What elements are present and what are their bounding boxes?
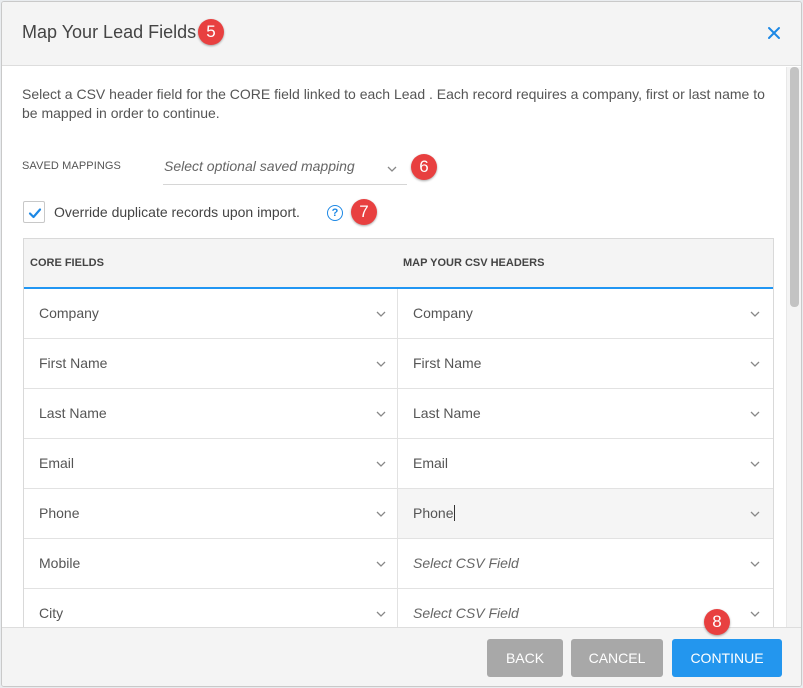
csv-header-select[interactable]: Company — [398, 289, 773, 338]
step-badge-6: 6 — [411, 154, 437, 180]
core-field-select[interactable]: Phone — [24, 489, 398, 538]
step-badge-8: 8 — [704, 609, 730, 635]
saved-mappings-label: SAVED MAPPINGS — [22, 160, 121, 172]
core-field-value: First Name — [39, 355, 108, 371]
dialog-title: Map Your Lead Fields — [22, 22, 197, 42]
override-duplicates-checkbox[interactable] — [23, 201, 45, 223]
chevron-down-icon — [376, 311, 386, 317]
core-field-select[interactable]: City — [24, 589, 398, 627]
core-field-value: Mobile — [39, 555, 81, 571]
csv-header-select[interactable]: Select CSV Field — [398, 539, 773, 588]
csv-header-value: Last Name — [413, 405, 481, 421]
chevron-down-icon — [750, 311, 760, 317]
core-field-value: Last Name — [39, 405, 107, 421]
table-row: Company Company — [24, 289, 773, 339]
csv-header-value: Select CSV Field — [413, 605, 519, 621]
table-row: Last Name Last Name — [24, 389, 773, 439]
core-field-value: City — [39, 605, 64, 621]
chevron-down-icon — [376, 411, 386, 417]
help-icon[interactable]: ? — [327, 205, 343, 221]
chevron-down-icon — [376, 461, 386, 467]
csv-header-select[interactable]: Last Name — [398, 389, 773, 438]
core-field-select[interactable]: First Name — [24, 339, 398, 388]
cancel-button[interactable]: CANCEL — [571, 639, 663, 677]
chevron-down-icon — [750, 611, 760, 617]
checkmark-icon — [28, 208, 42, 219]
scrollbar[interactable] — [786, 67, 801, 627]
scrollbar-thumb[interactable] — [790, 67, 799, 307]
text-cursor — [454, 505, 456, 521]
chevron-down-icon — [376, 561, 386, 567]
instructions-text: Select a CSV header field for the CORE f… — [22, 86, 765, 121]
close-icon[interactable] — [765, 24, 783, 42]
chevron-down-icon — [376, 511, 386, 517]
step-badge-7: 7 — [351, 199, 377, 225]
table-body: Company Company First Name First Name Last N… — [24, 289, 773, 627]
map-lead-fields-dialog: Map Your Lead Fields 5 Select a CSV head… — [1, 1, 802, 687]
back-button[interactable]: BACK — [487, 639, 563, 677]
core-field-value: Email — [39, 455, 75, 471]
step-badge-5: 5 — [198, 19, 224, 45]
chevron-down-icon — [750, 511, 760, 517]
dialog-footer: BACK CANCEL CONTINUE 8 — [2, 609, 801, 686]
csv-header-value: Email — [413, 455, 449, 471]
core-field-select[interactable]: Company — [24, 289, 398, 338]
core-field-select[interactable]: Last Name — [24, 389, 398, 438]
csv-headers-header: MAP YOUR CSV HEADERS — [403, 257, 545, 269]
core-field-select[interactable]: Email — [24, 439, 398, 488]
core-fields-header: CORE FIELDS — [30, 257, 104, 269]
csv-header-select[interactable]: First Name — [398, 339, 773, 388]
chevron-down-icon — [387, 166, 397, 172]
chevron-down-icon — [376, 361, 386, 367]
override-duplicates-label: Override duplicate records upon import. — [54, 204, 300, 220]
chevron-down-icon — [750, 461, 760, 467]
saved-mapping-select[interactable]: Select optional saved mapping — [163, 151, 407, 185]
saved-mapping-placeholder: Select optional saved mapping — [164, 158, 355, 174]
table-row: First Name First Name — [24, 339, 773, 389]
csv-header-value: First Name — [413, 355, 482, 371]
continue-button[interactable]: CONTINUE — [672, 639, 782, 677]
chevron-down-icon — [750, 361, 760, 367]
csv-header-value: Select CSV Field — [413, 555, 519, 571]
csv-header-value: Phone — [413, 505, 456, 521]
csv-header-value: Company — [413, 305, 473, 321]
chevron-down-icon — [750, 561, 760, 567]
dialog-header: Map Your Lead Fields 5 — [2, 2, 801, 66]
chevron-down-icon — [376, 611, 386, 617]
core-field-select[interactable]: Mobile — [24, 539, 398, 588]
csv-header-select[interactable]: Phone — [398, 489, 773, 538]
table-row: Mobile Select CSV Field — [24, 539, 773, 589]
table-header: CORE FIELDS MAP YOUR CSV HEADERS — [24, 239, 773, 289]
table-row: City Select CSV Field — [24, 589, 773, 627]
core-field-value: Company — [39, 305, 99, 321]
field-mapping-table: CORE FIELDS MAP YOUR CSV HEADERS Company… — [23, 238, 774, 627]
table-row: Email Email — [24, 439, 773, 489]
chevron-down-icon — [750, 411, 760, 417]
dialog-body: Select a CSV header field for the CORE f… — [2, 67, 788, 627]
table-row: Phone Phone — [24, 489, 773, 539]
csv-header-select[interactable]: Email — [398, 439, 773, 488]
core-field-value: Phone — [39, 505, 80, 521]
